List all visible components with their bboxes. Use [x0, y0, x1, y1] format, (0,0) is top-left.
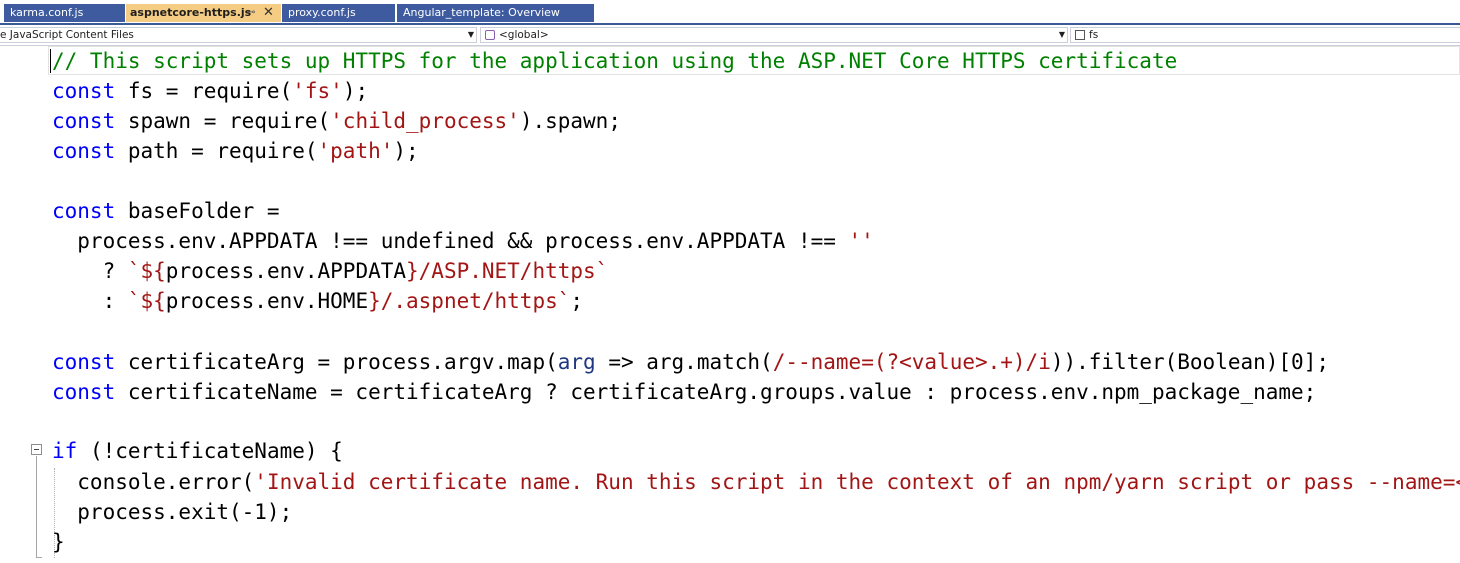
code-text: } [52, 530, 65, 554]
code-text: certificateArg = process.argv.map( [115, 350, 558, 374]
code-text: process.exit(-1); [52, 500, 293, 524]
navigation-bar: e JavaScript Content Files ▼ <global> ▼ … [0, 25, 1460, 46]
member-label: fs [1089, 29, 1099, 41]
code-text: console.error( [52, 470, 255, 494]
template-string: `${ [127, 289, 166, 313]
tab-proxy-conf[interactable]: proxy.conf.js [282, 4, 395, 22]
close-icon[interactable]: ✕ [263, 4, 274, 22]
keyword: const [52, 79, 116, 103]
code-text: process.env.HOME [165, 289, 369, 313]
code-line-15: console.error('Invalid certificate name.… [52, 467, 1460, 497]
string: '' [848, 229, 874, 253]
code-text: process.env.APPDATA !== undefined && pro… [52, 229, 849, 253]
document-tab-bar: karma.conf.js aspnetcore-https.js ⊸ ✕ prox… [0, 0, 1460, 25]
tab-aspnetcore-https[interactable]: aspnetcore-https.js ⊸ ✕ [126, 4, 281, 22]
keyword: const [52, 139, 116, 163]
tab-angular-template-overview[interactable]: Angular_template: Overview [397, 4, 594, 22]
code-line-4: const path = require('path'); [52, 136, 419, 166]
code-text: ; [570, 289, 584, 313]
keyword: if [52, 439, 78, 463]
code-line-12: const certificateName = certificateArg ?… [52, 377, 1316, 407]
code-text: (!certificateName) { [77, 439, 343, 463]
string: 'child_process' [330, 109, 520, 133]
code-line-1: // This script sets up HTTPS for the app… [52, 46, 1177, 76]
string: 'Invalid certificate name. Run this scri… [254, 470, 1460, 494]
code-text: ? [52, 259, 128, 283]
code-line-17: } [52, 527, 65, 557]
code-text: process.env.APPDATA [165, 259, 407, 283]
code-text: baseFolder = [115, 199, 280, 223]
code-text: ); [342, 79, 369, 103]
chevron-down-icon: ▼ [1058, 30, 1065, 39]
code-editor[interactable]: // This script sets up HTTPS for the app… [0, 46, 1460, 563]
code-line-7: process.env.APPDATA !== undefined && pro… [52, 226, 874, 256]
code-line-8: ? `${process.env.APPDATA}/ASP.NET/https` [52, 256, 609, 286]
code-text: ); [393, 139, 419, 163]
keyword: const [52, 109, 116, 133]
code-line-11: const certificateArg = process.argv.map(… [52, 347, 1329, 377]
string: 'fs' [292, 79, 343, 103]
code-line-3: const spawn = require('child_process').s… [52, 106, 621, 136]
outline-guide [36, 456, 37, 558]
code-text: certificateName = certificateArg ? certi… [115, 380, 1317, 404]
tab-label: aspnetcore-https.js [130, 6, 252, 19]
code-text: => arg.match( [595, 350, 773, 374]
project-label: e JavaScript Content Files [0, 29, 134, 41]
scope-label: <global> [499, 29, 549, 41]
code-line-6: const baseFolder = [52, 196, 280, 226]
code-text: fs = require( [115, 79, 293, 103]
chevron-down-icon: ▼ [467, 30, 474, 39]
code-line-9: : `${process.env.HOME}/.aspnet/https`; [52, 286, 583, 316]
tab-karma-conf[interactable]: karma.conf.js [4, 4, 125, 22]
template-string: }/ASP.NET/https` [406, 259, 609, 283]
comment: // This script sets up HTTPS for the app… [52, 49, 1178, 73]
namespace-icon [485, 30, 495, 40]
code-text: )).filter(Boolean)[0]; [1050, 350, 1329, 374]
regex: /--name=(?<value>.+)/i [772, 350, 1051, 374]
code-line-2: const fs = require('fs'); [52, 76, 368, 106]
parameter: arg [557, 350, 596, 374]
project-dropdown[interactable]: e JavaScript Content Files ▼ [0, 27, 477, 43]
code-text: spawn = require( [115, 109, 331, 133]
code-line-14: if (!certificateName) { [52, 436, 343, 466]
collapse-block-icon[interactable] [31, 444, 42, 455]
member-dropdown[interactable]: fs [1070, 27, 1460, 43]
variable-icon [1075, 30, 1085, 40]
keyword: const [52, 380, 116, 404]
template-string: }/.aspnet/https` [368, 289, 571, 313]
tab-label: proxy.conf.js [288, 6, 356, 19]
string: 'path' [317, 139, 394, 163]
tab-label: Angular_template: Overview [403, 6, 560, 19]
code-line-16: process.exit(-1); [52, 497, 292, 527]
keyword: const [52, 199, 116, 223]
keyword: const [52, 350, 116, 374]
outline-guide-end [36, 557, 42, 558]
scope-dropdown[interactable]: <global> ▼ [480, 27, 1068, 43]
tab-label: karma.conf.js [10, 6, 84, 19]
code-text: ).spawn; [519, 109, 621, 133]
text-caret [50, 49, 51, 73]
pin-icon[interactable]: ⊸ [247, 4, 255, 22]
code-text: path = require( [115, 139, 318, 163]
template-string: `${ [127, 259, 166, 283]
code-text: : [52, 289, 128, 313]
